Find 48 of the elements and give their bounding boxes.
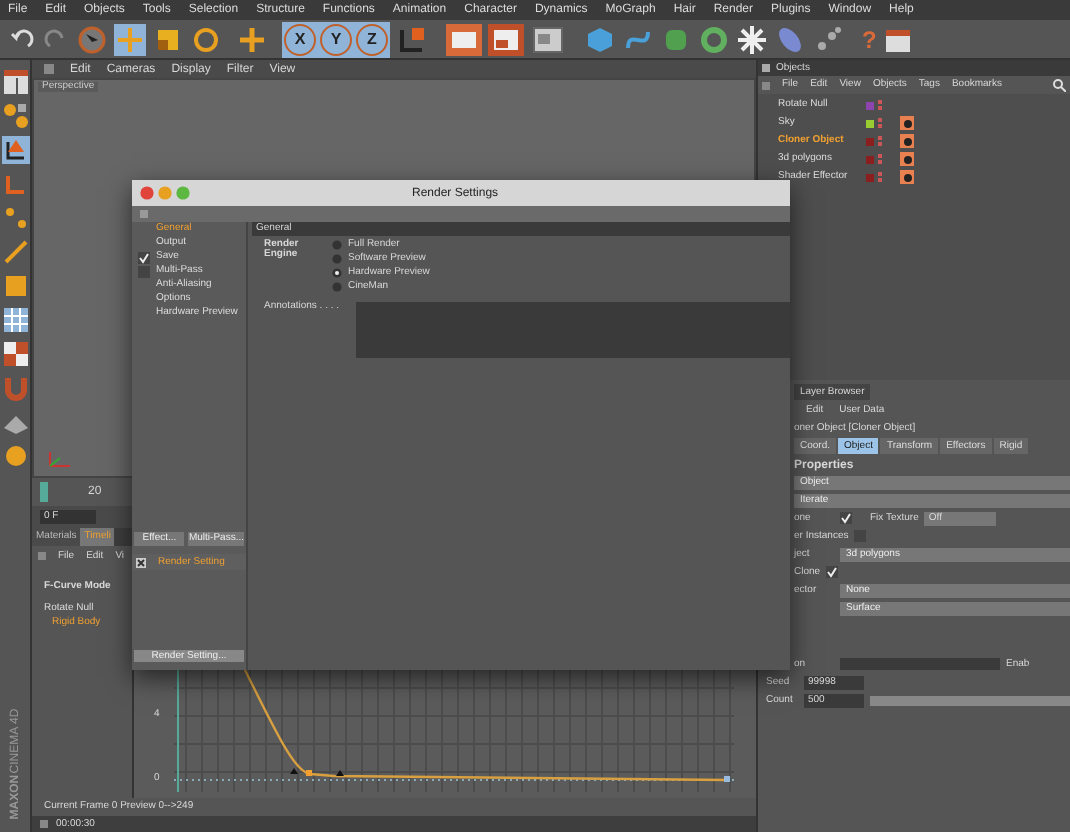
radio-button[interactable] (332, 240, 342, 250)
camera-icon[interactable] (812, 23, 844, 55)
points-icon[interactable] (1, 204, 29, 232)
tag-icon (900, 152, 916, 166)
tag-icon (900, 134, 916, 148)
visibility-dots-icon (878, 171, 884, 183)
tag-icon (900, 116, 916, 130)
render-settings-icon[interactable] (530, 23, 566, 55)
checker-icon[interactable] (1, 340, 29, 368)
radio-button[interactable] (332, 282, 342, 292)
grip-icon (44, 64, 54, 74)
edges-icon[interactable] (1, 238, 29, 266)
axis-button[interactable]: Z (356, 23, 388, 55)
search-icon[interactable] (1052, 78, 1066, 92)
rotate-icon[interactable] (190, 23, 222, 55)
visibility-dots-icon (878, 99, 884, 111)
locked-icon[interactable] (1, 442, 29, 470)
playhead-icon (40, 482, 48, 502)
tag-icon (900, 170, 916, 184)
axis-gizmo-icon (46, 450, 74, 470)
radio-button[interactable] (332, 268, 342, 278)
array-icon[interactable] (698, 23, 730, 55)
visibility-dots-icon (878, 135, 884, 147)
visibility-dots-icon (878, 117, 884, 129)
grip-icon (38, 552, 46, 560)
undo-icon[interactable] (8, 25, 36, 53)
model-icon[interactable] (1, 136, 29, 164)
visibility-dots-icon (878, 153, 884, 165)
deformer-icon[interactable] (736, 23, 768, 55)
radio-button[interactable] (332, 254, 342, 264)
grip-icon (762, 81, 770, 89)
grip-icon (40, 820, 48, 828)
render-view-icon[interactable] (446, 23, 482, 55)
checkbox[interactable] (136, 557, 146, 567)
grip-icon (140, 210, 148, 218)
move-icon[interactable] (114, 23, 146, 55)
move-icon[interactable] (236, 23, 268, 55)
grid-icon[interactable] (1, 306, 29, 334)
grip-icon (762, 64, 770, 72)
coordinate-system-icon[interactable] (396, 23, 428, 55)
objects-icon[interactable] (1, 102, 29, 130)
axis-button[interactable]: X (284, 23, 316, 55)
checkbox[interactable] (138, 265, 150, 277)
layout-icon[interactable] (1, 68, 29, 96)
polygons-icon[interactable] (1, 272, 29, 300)
axis-button[interactable]: Y (320, 23, 352, 55)
render-picture-icon[interactable] (488, 23, 524, 55)
select-icon[interactable] (76, 23, 108, 55)
